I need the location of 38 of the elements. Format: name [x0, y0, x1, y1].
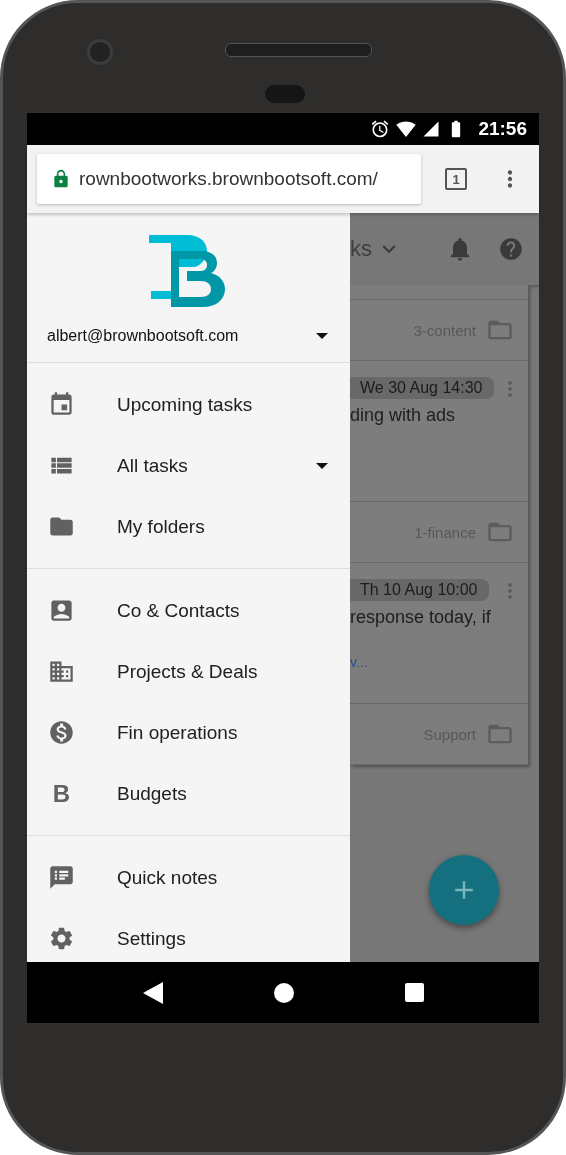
- menu-item-icon: [48, 925, 75, 952]
- dropdown-icon: [316, 333, 328, 339]
- alarm-icon: [370, 119, 391, 139]
- drawer-item[interactable]: Co & Contacts: [27, 580, 350, 641]
- menu-item-icon: [48, 658, 75, 685]
- menu-item-icon: [48, 719, 75, 746]
- task-text: ding with ads: [350, 405, 457, 426]
- drawer-item[interactable]: Projects & Deals: [27, 641, 350, 702]
- drawer-item[interactable]: Settings: [27, 908, 350, 962]
- tab-count-button[interactable]: 1: [445, 168, 467, 190]
- lock-icon: [51, 169, 71, 189]
- account-switcher[interactable]: albert@brownbootsoft.com: [27, 327, 350, 345]
- camera: [87, 39, 113, 65]
- add-button[interactable]: [429, 855, 499, 925]
- help-icon[interactable]: [498, 236, 524, 262]
- wifi-icon: [396, 119, 417, 139]
- due-date-chip: We 30 Aug 14:30: [350, 377, 495, 399]
- toolbar-title: ks: [350, 236, 372, 262]
- drawer-item[interactable]: Quick notes: [27, 847, 350, 908]
- back-icon[interactable]: [142, 981, 163, 1004]
- task-text: response today, if: [350, 607, 492, 628]
- menu-item-icon: [48, 391, 75, 418]
- recents-icon[interactable]: [404, 983, 424, 1002]
- budget-icon: B: [48, 779, 75, 808]
- drawer-item[interactable]: All tasks: [27, 435, 350, 496]
- status-time: 21:56: [478, 118, 527, 140]
- signal-icon: [422, 120, 441, 138]
- home-icon[interactable]: [272, 981, 295, 1004]
- drawer-item[interactable]: My folders: [27, 496, 350, 557]
- menu-item-icon: [48, 864, 75, 891]
- menu-item-icon: [48, 597, 75, 624]
- expand-icon[interactable]: [316, 462, 328, 469]
- drawer-item[interactable]: Fin operations: [27, 702, 350, 763]
- due-date-chip: Th 10 Aug 10:00: [350, 579, 490, 601]
- earpiece: [265, 85, 305, 103]
- drawer-item[interactable]: Upcoming tasks: [27, 374, 350, 435]
- drawer-item[interactable]: B Budgets: [27, 763, 350, 824]
- address-field[interactable]: rownbootworks.brownbootsoft.com/: [37, 154, 421, 204]
